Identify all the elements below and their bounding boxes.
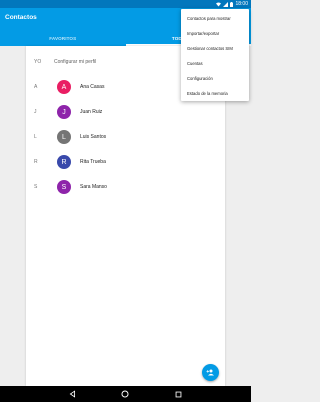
- avatar: A: [57, 80, 71, 94]
- contact-row[interactable]: L L Luis Santos: [26, 126, 225, 148]
- contact-name: Juan Ruiz: [80, 109, 103, 115]
- avatar: R: [57, 155, 71, 169]
- menu-item-memory-status[interactable]: Estado de la memoria: [181, 86, 249, 101]
- home-icon: [121, 390, 129, 398]
- section-letter: J: [34, 109, 37, 115]
- contact-row[interactable]: R R Rita Trueba: [26, 151, 225, 173]
- menu-item-settings[interactable]: Configuración: [181, 71, 249, 86]
- menu-item-accounts[interactable]: Cuentas: [181, 56, 249, 71]
- recents-button[interactable]: [173, 389, 183, 399]
- tab-favorites[interactable]: FAVORITOS: [0, 30, 126, 46]
- add-person-icon: [206, 369, 214, 376]
- section-letter: L: [34, 134, 37, 140]
- app-title: Contactos: [5, 14, 37, 21]
- status-icons: 18:00: [216, 0, 248, 8]
- battery-icon: [230, 1, 234, 7]
- contact-name: Sara Manso: [80, 184, 107, 190]
- home-button[interactable]: [120, 389, 130, 399]
- navigation-bar: [0, 386, 251, 402]
- status-bar: 18:00: [0, 0, 251, 8]
- section-letter: YO: [34, 59, 42, 65]
- contact-name: Rita Trueba: [80, 159, 106, 165]
- avatar: S: [57, 180, 71, 194]
- wifi-icon: [216, 2, 222, 6]
- recents-icon: [175, 391, 181, 397]
- avatar: L: [57, 130, 71, 144]
- section-letter: S: [34, 184, 38, 190]
- signal-icon: [223, 1, 229, 7]
- menu-item-import-export[interactable]: Importar/exportar: [181, 26, 249, 41]
- menu-item-manage-sim-contacts[interactable]: Gestionar contactos SIM: [181, 41, 249, 56]
- menu-item-contacts-to-display[interactable]: Contactos para mostrar: [181, 11, 249, 26]
- contact-row[interactable]: S S Sara Manso: [26, 176, 225, 198]
- section-letter: R: [34, 159, 38, 165]
- back-icon: [69, 390, 75, 398]
- avatar: J: [57, 105, 71, 119]
- status-time: 18:00: [235, 1, 248, 7]
- section-letter: A: [34, 84, 38, 90]
- contact-name: Ana Casas: [80, 84, 105, 90]
- configure-profile-label: Configurar mi perfil: [54, 59, 97, 65]
- add-contact-button[interactable]: [202, 364, 219, 381]
- contact-name: Luis Santos: [80, 134, 107, 140]
- back-button[interactable]: [67, 389, 77, 399]
- overflow-menu: Contactos para mostrar Importar/exportar…: [181, 9, 249, 101]
- contact-row[interactable]: J J Juan Ruiz: [26, 101, 225, 123]
